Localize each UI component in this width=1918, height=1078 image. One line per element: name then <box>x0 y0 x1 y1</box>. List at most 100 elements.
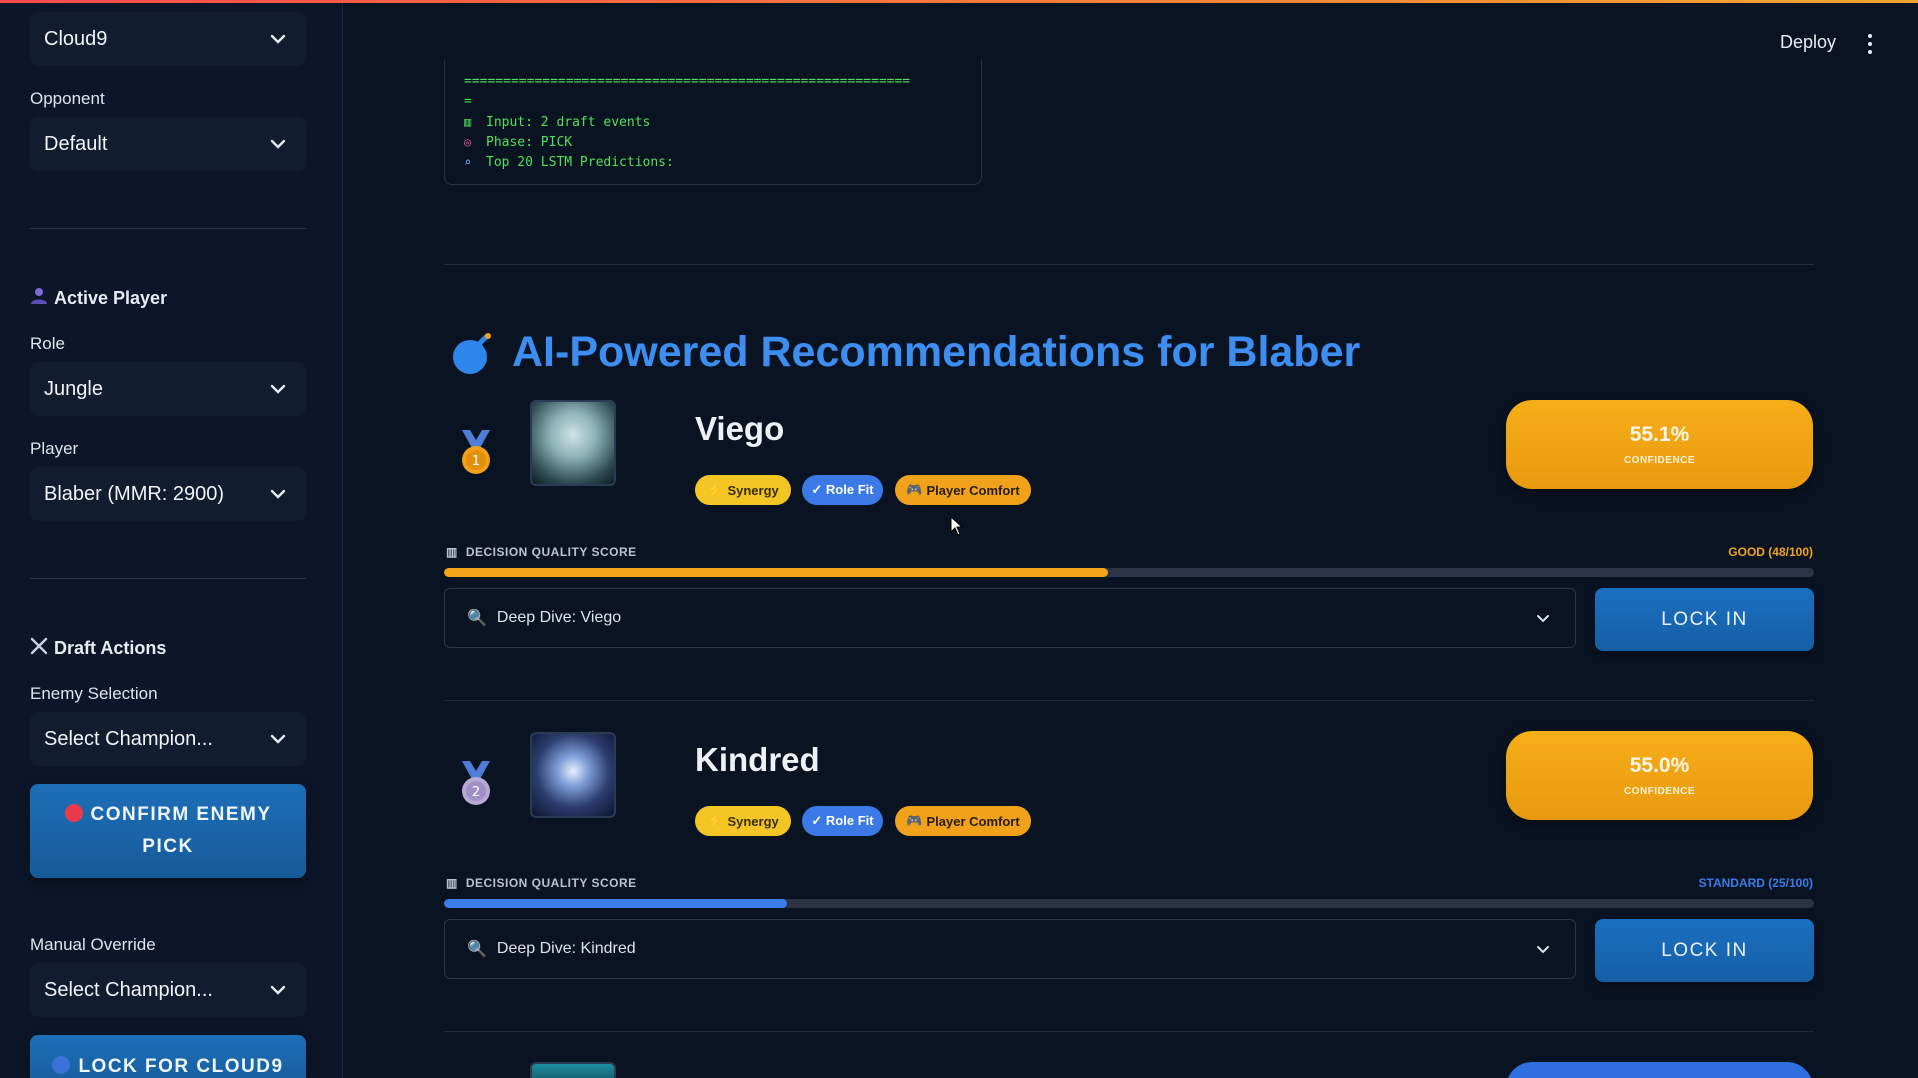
role-select-value: Jungle <box>44 377 103 400</box>
active-player-heading: Active Player <box>30 287 167 310</box>
chevron-down-icon <box>268 29 288 49</box>
sidebar-divider <box>30 228 306 229</box>
dqs-value: GOOD (48/100) <box>1728 545 1813 559</box>
chevron-down-icon <box>1533 608 1553 628</box>
bomb-icon <box>450 330 496 376</box>
player-select-value: Blaber (MMR: 2900) <box>44 482 225 505</box>
player-select[interactable]: Blaber (MMR: 2900) <box>30 467 306 521</box>
bar-chart-icon: ▥ <box>446 876 458 890</box>
opponent-label: Opponent <box>30 89 105 108</box>
top-progress-line <box>0 0 1918 3</box>
magnifier-icon: ⌕ <box>464 155 472 169</box>
deep-dive-label: Deep Dive: Kindred <box>496 940 636 957</box>
card-divider <box>444 700 1814 701</box>
log-line: ◎ Phase: PICK <box>464 132 981 152</box>
draft-actions-heading: Draft Actions <box>30 637 166 660</box>
sidebar: Cloud9 Opponent Default Active Player Ro… <box>0 0 343 1078</box>
bar-chart-icon: ▥ <box>464 115 472 129</box>
blue-circle-icon <box>52 1056 71 1074</box>
team-select-value: Cloud9 <box>44 27 108 50</box>
confidence-value: 55.0% <box>1629 754 1690 777</box>
confidence-badge: 55.1% CONFIDENCE <box>1506 400 1813 489</box>
card-divider <box>444 1031 1814 1032</box>
lock-for-cloud9-label: LOCK FOR CLOUD9 <box>78 1056 284 1077</box>
opponent-select[interactable]: Default <box>30 117 306 171</box>
team-select[interactable]: Cloud9 <box>30 12 306 66</box>
log-line: = <box>464 94 472 109</box>
more-options-icon[interactable] <box>1866 34 1874 54</box>
role-label: Role <box>30 334 65 353</box>
magnifier-icon: 🔍 <box>467 610 487 627</box>
confidence-badge: 55.0% CONFIDENCE <box>1506 731 1813 820</box>
chevron-down-icon <box>268 980 288 1000</box>
synergy-tag: ⚡ Synergy <box>695 806 791 836</box>
chevron-down-icon <box>268 484 288 504</box>
chevron-down-icon <box>1533 939 1553 959</box>
dqs-progress-bar <box>444 568 1814 577</box>
gamepad-icon: 🎮 <box>906 813 923 828</box>
svg-text:2: 2 <box>472 785 480 800</box>
log-line: ⌕ Top 20 LSTM Predictions: <box>464 152 981 172</box>
recommendations-title-text: AI-Powered Recommendations for Blaber <box>512 328 1361 376</box>
player-comfort-tag: 🎮 Player Comfort <box>895 806 1031 836</box>
manual-override-select[interactable]: Select Champion... <box>30 963 306 1017</box>
log-line: ▥ Input: 2 draft events <box>464 112 981 132</box>
opponent-select-value: Default <box>44 132 108 155</box>
champion-portrait <box>530 400 616 486</box>
magnifier-icon: 🔍 <box>467 941 487 958</box>
dqs-progress-fill <box>444 899 787 908</box>
confirm-enemy-pick-button[interactable]: CONFIRM ENEMY PICK <box>30 784 306 878</box>
confirm-enemy-pick-label: CONFIRM ENEMY PICK <box>90 804 272 857</box>
log-line: ========================================… <box>464 74 911 89</box>
chevron-down-icon <box>268 379 288 399</box>
dqs-label: ▥ DECISION QUALITY SCORE <box>446 876 637 890</box>
medal-2-icon: 2 <box>456 761 496 809</box>
champion-portrait <box>530 1062 616 1078</box>
lock-in-button[interactable]: LOCK IN <box>1595 919 1814 982</box>
deep-dive-expander[interactable]: 🔍 Deep Dive: Viego <box>444 588 1576 648</box>
lock-for-cloud9-button[interactable]: LOCK FOR CLOUD9 <box>30 1035 306 1078</box>
confidence-label: CONFIDENCE <box>1623 455 1696 466</box>
enemy-champion-select[interactable]: Select Champion... <box>30 712 306 766</box>
manual-override-label: Manual Override <box>30 935 156 954</box>
user-icon <box>30 287 48 310</box>
bar-chart-icon: ▥ <box>446 545 458 559</box>
deep-dive-label: Deep Dive: Viego <box>496 609 622 626</box>
svg-text:1: 1 <box>472 454 480 469</box>
sidebar-divider <box>30 578 306 579</box>
dqs-value: STANDARD (25/100) <box>1698 876 1813 890</box>
medal-1-icon: 1 <box>456 430 496 478</box>
target-icon: ◎ <box>464 135 472 149</box>
deep-dive-expander[interactable]: 🔍 Deep Dive: Kindred <box>444 919 1576 979</box>
chevron-down-icon <box>268 134 288 154</box>
dqs-progress-bar <box>444 899 1814 908</box>
role-fit-tag: ✓ Role Fit <box>802 475 883 505</box>
lightning-icon: ⚡ <box>707 482 724 497</box>
champion-name: Viego <box>695 410 785 447</box>
manual-select-value: Select Champion... <box>44 978 213 1001</box>
section-divider <box>444 264 1814 265</box>
confidence-label: CONFIDENCE <box>1623 786 1696 797</box>
recommendations-title: AI-Powered Recommendations for Blaber <box>450 328 1360 377</box>
champion-portrait <box>530 732 616 818</box>
role-select[interactable]: Jungle <box>30 362 306 416</box>
enemy-selection-label: Enemy Selection <box>30 684 158 703</box>
role-fit-tag: ✓ Role Fit <box>802 806 883 836</box>
player-label: Player <box>30 439 79 458</box>
champion-name: Kindred <box>695 741 820 778</box>
player-comfort-tag: 🎮 Player Comfort <box>895 475 1031 505</box>
dqs-label: ▥ DECISION QUALITY SCORE <box>446 545 637 559</box>
deploy-button[interactable]: Deploy <box>1780 32 1836 53</box>
red-circle-icon <box>64 804 83 822</box>
active-player-heading-text: Active Player <box>54 288 168 308</box>
enemy-select-value: Select Champion... <box>44 727 213 750</box>
chevron-down-icon <box>268 729 288 749</box>
lock-in-button[interactable]: LOCK IN <box>1595 588 1814 651</box>
debug-log-box: ========================================… <box>444 60 982 185</box>
confidence-badge <box>1506 1062 1813 1078</box>
synergy-tag: ⚡ Synergy <box>695 475 791 505</box>
dqs-progress-fill <box>444 568 1109 577</box>
confidence-value: 55.1% <box>1629 423 1690 446</box>
lightning-icon: ⚡ <box>707 813 724 828</box>
mouse-cursor-icon <box>950 515 964 541</box>
